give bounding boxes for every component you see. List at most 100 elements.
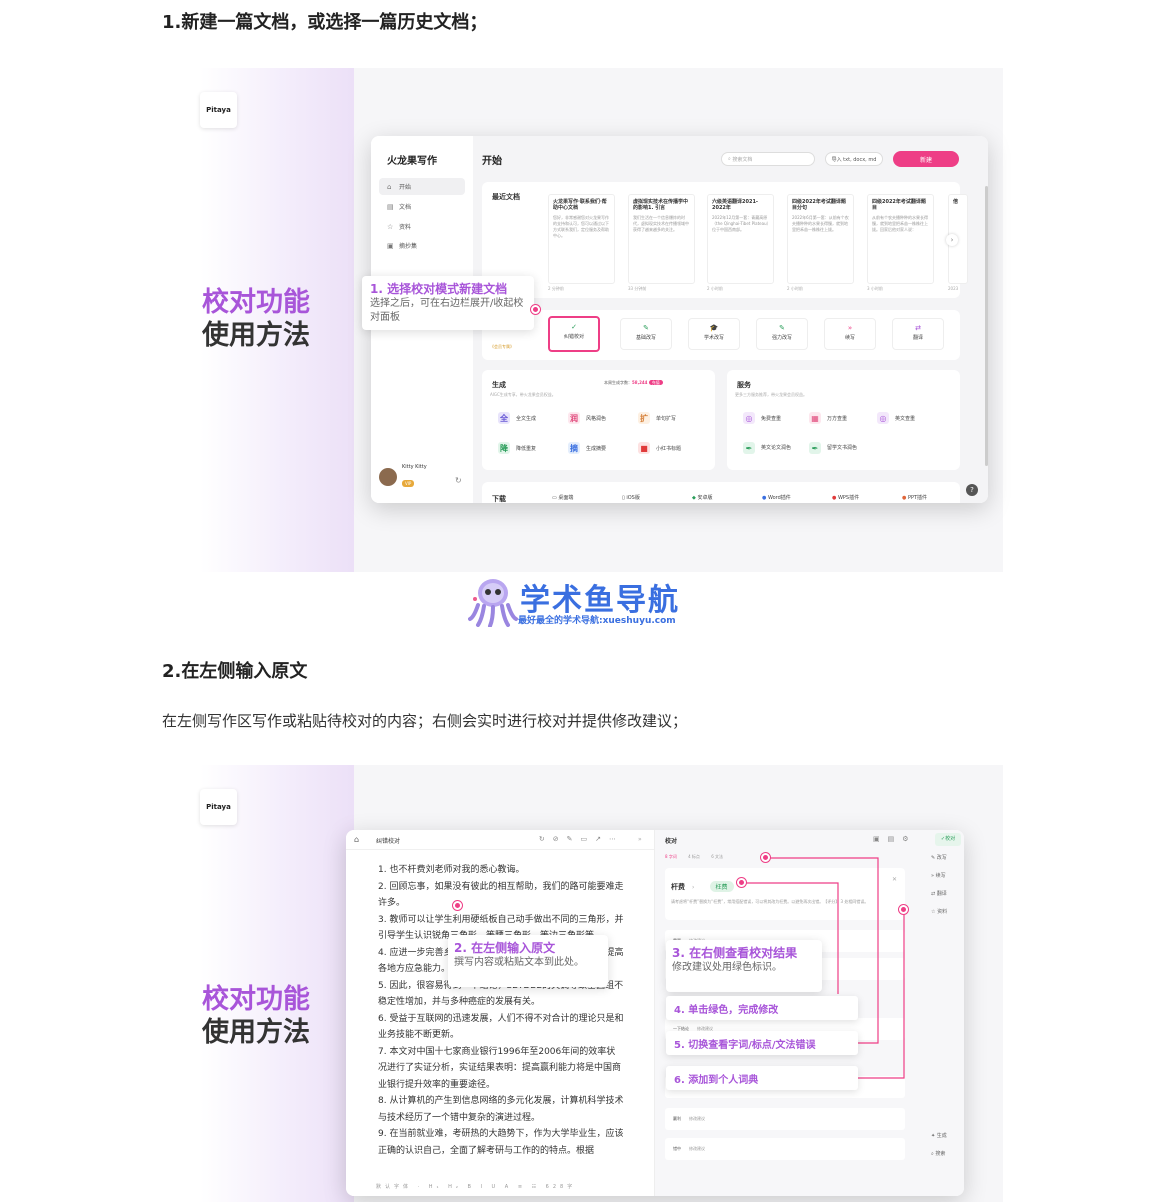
editor-text[interactable]: 1. 也不杆费刘老师对我的悉心教诲。 2. 回顾忘事，如果没有彼此的相互帮助，我…: [378, 862, 624, 1159]
services-subtitle: 更多三方服务推荐，带火龙果会员权益。: [735, 392, 807, 397]
close-icon[interactable]: ✕: [892, 876, 897, 883]
step2-description: 在左侧写作区写作或粘贴待校对的内容；右侧会实时进行校对并提供修改建议；: [162, 712, 688, 730]
document-icon: ▤: [387, 202, 394, 211]
quill-icon: ✒: [743, 442, 755, 454]
search-input[interactable]: ⌕ 搜索文档: [721, 152, 815, 166]
sidebar-item-materials[interactable]: ☆ 资料: [379, 218, 465, 235]
page-title: 开始: [482, 156, 502, 167]
download-word[interactable]: ● Word插件: [762, 494, 791, 501]
recent-doc[interactable]: 火龙果写作·联系我们·帮助中心文档 您好，非常感谢您对火龙果写作的支持和认可，您可…: [548, 194, 615, 284]
suggestion-row[interactable]: 错中 修改建议: [665, 1138, 905, 1160]
text-line: 7. 本文对中国十七家商业银行1996年至2006年间的效率状况进行了实证分析，…: [378, 1046, 622, 1090]
user-name: Kitty Kitty: [402, 464, 427, 470]
pitaya-logo: Pitaya: [200, 789, 237, 825]
xiaohongshu-icon: ■: [638, 442, 650, 454]
download-android[interactable]: ◆ 安卓版: [692, 494, 712, 501]
svc-english-polish[interactable]: ✒ 英文论文润色: [743, 442, 803, 454]
text-line: 2. 回顾忘事，如果没有彼此的相互帮助，我们的路可能要难走许多。: [378, 881, 624, 909]
suggestion-card[interactable]: 杆费 › 枉费 请考虑将“杆费”替换为“枉费”，常用搭配错误，可以将其改为枉费。…: [665, 868, 905, 920]
suggestion-row[interactable]: 赢利 修改建议: [665, 1108, 905, 1130]
format-toolbar[interactable]: 默认字体 · H₁ H₂ B I U A ≡ ☷ 628字: [376, 1183, 576, 1190]
tab-grammar[interactable]: 6 文法: [711, 854, 723, 859]
panel-title: 校对功能 使用方法: [202, 287, 310, 351]
proofread-title: 校对: [665, 838, 678, 845]
recent-doc[interactable]: 四级2022年考试翻译题目分句 2022年6月第一套：从前有个农夫播种种的水果长得…: [787, 194, 854, 284]
editor-tools[interactable]: ↻⊘✎▭↗⋯: [539, 835, 624, 843]
step1-heading: 1.新建一篇文档，或选择一篇历史文档；: [162, 12, 488, 33]
sidebar-item-notes[interactable]: ▣ 摘抄集: [379, 237, 465, 254]
services-title: 服务: [737, 381, 751, 389]
nav-materials[interactable]: ☆ 资料: [931, 908, 947, 915]
panel-title: 校对功能 使用方法: [202, 984, 310, 1048]
vip-tag: 《会员专属》: [490, 344, 514, 349]
nav-rewrite[interactable]: ✎ 改写: [931, 854, 947, 861]
download-wps[interactable]: ● WPS插件: [832, 494, 859, 501]
gen-polish[interactable]: 润风格润色: [568, 412, 606, 424]
svc-english-check[interactable]: ◎ 英文查重: [877, 412, 915, 424]
app-title: 火龙果写作: [387, 156, 437, 167]
sync-icon[interactable]: ↻: [455, 476, 462, 485]
check-icon: ✓: [571, 323, 577, 331]
import-button[interactable]: 导入 txt, docx, md: [825, 152, 883, 166]
mode-translate[interactable]: ⇄ 翻译: [892, 318, 944, 350]
svc-free-check[interactable]: ◎ 免费查重: [743, 412, 781, 424]
text-line: 6. 受益于互联网的迅速发展，人们不得不对合计的理论只是和业务技能不断更新。: [378, 1013, 624, 1041]
mode-academic-rewrite[interactable]: 🎓 学术改写: [688, 318, 740, 350]
download-title: 下载: [492, 495, 506, 503]
download-ppt[interactable]: ● PPT插件: [902, 494, 927, 501]
sidebar-item-docs[interactable]: ▤ 文档: [379, 198, 465, 215]
sidebar-item-start[interactable]: ⌂ 开始: [379, 178, 465, 195]
new-document-button[interactable]: 新建: [893, 151, 959, 167]
watermark-subtitle: 最好最全的学术导航:xueshuyu.com: [518, 616, 676, 626]
help-icon[interactable]: ?: [966, 484, 978, 496]
pen-icon: ✎: [643, 324, 649, 332]
check-dup-icon: ◎: [877, 412, 889, 424]
recent-docs-card: 最近文档 火龙果写作·联系我们·帮助中心文档 您好，非常感谢您对火龙果写作的支持和…: [482, 182, 968, 298]
recent-doc[interactable]: 六级英语翻译2021-2022年 2022年12月第一套：青藏高原（the Qin…: [707, 194, 774, 284]
user-profile[interactable]: Kitty Kitty VIP: [379, 464, 427, 489]
nav-translate[interactable]: ⇄ 翻译: [931, 890, 947, 897]
main-area: 开始 ⌕ 搜索文档 导入 txt, docx, md 新建 最近文档 火龙果写作…: [473, 136, 988, 503]
nav-continue[interactable]: » 续写: [931, 872, 946, 879]
svc-wanfang-check[interactable]: ▦ 万方查重: [809, 412, 847, 424]
recent-doc[interactable]: 四级2022年考试翻译题目 从前有个农夫播种种的水果长得慢，就到地里把禾苗一株株往…: [867, 194, 934, 284]
text-line: 9. 在当前就业难，考研热的大趋势下，作为大学毕业生，应该正确的认识自己，全面了…: [378, 1129, 624, 1156]
nav-search[interactable]: ⌕ 搜索: [931, 1150, 945, 1157]
tab-punctuation[interactable]: 4 标点: [688, 854, 700, 859]
chevron-right-icon[interactable]: ›: [946, 234, 958, 246]
gen-xiaohongshu[interactable]: ■ 小红书标题: [638, 442, 681, 454]
mode-basic-rewrite[interactable]: ✎ 基础改写: [620, 318, 672, 350]
download-ios[interactable]: ▯ iOS版: [622, 494, 640, 501]
nav-generate[interactable]: ✦ 生成: [931, 1132, 947, 1139]
proofread-header: 校对 ▣▤⚙ ✓校对: [655, 830, 964, 850]
home-icon[interactable]: ⌂: [354, 835, 359, 844]
tab-words[interactable]: 8 字词: [665, 854, 677, 859]
scrollbar[interactable]: [985, 186, 988, 466]
gen-expand[interactable]: 扩单句扩写: [638, 412, 676, 424]
forward-icon: »: [847, 324, 853, 332]
quill-icon: ✒: [809, 442, 821, 454]
proofread-toggle[interactable]: ✓校对: [935, 833, 961, 846]
recharge-button[interactable]: 充值: [648, 380, 663, 385]
gen-reduce-dup[interactable]: 降降低重复: [498, 442, 536, 454]
proofread-tools[interactable]: ▣▤⚙: [873, 835, 917, 843]
mode-strong-rewrite[interactable]: ✎ 强力改写: [756, 318, 808, 350]
svc-study-abroad-polish[interactable]: ✒ 留学文书润色: [809, 442, 869, 454]
mode-continue[interactable]: » 续写: [824, 318, 876, 350]
callout-select-mode: 1. 选择校对模式新建文档 选择之后，可在右边栏展开/收起校对面板: [362, 276, 534, 330]
document-title: 纠错校对: [376, 838, 401, 845]
collapse-icon[interactable]: »: [638, 836, 642, 843]
generate-card: 生成 AIGC生成专享，带火龙果会员权益。 本周生成字数：58,244 充值 全…: [482, 370, 715, 470]
suggested-fix[interactable]: 枉费: [709, 881, 734, 892]
callout-dot: [531, 305, 540, 314]
download-desktop[interactable]: ▭ 桌面端: [552, 494, 573, 501]
gen-summary[interactable]: 摘生成摘要: [568, 442, 606, 454]
gen-full-text[interactable]: 全全文生成: [498, 412, 536, 424]
star-icon: ☆: [387, 222, 394, 231]
error-tabs: 8 字词 4 标点 6 文法: [665, 854, 733, 860]
recent-doc[interactable]: 虚拟现实技术在传播学中的影响1. 引言 我们生活在一个信息爆炸的时代，虚拟现实技术…: [628, 194, 695, 284]
callout-dot: [737, 878, 746, 887]
check-dup-icon: ◎: [743, 412, 755, 424]
mode-proofread[interactable]: ✓ 纠错校对: [548, 316, 600, 352]
callout-click-green: 4. 单击绿色，完成修改: [666, 996, 858, 1020]
